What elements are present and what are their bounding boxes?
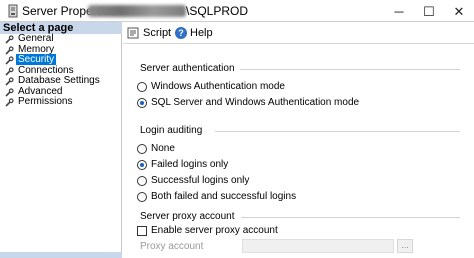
wrench-icon [5, 87, 14, 97]
mixed-auth-option[interactable]: SQL Server and Windows Authentication mo… [137, 97, 359, 108]
page-item-label: Connections [18, 64, 74, 76]
audit-none-label: None [151, 143, 175, 154]
audit-failed-radio[interactable] [137, 159, 147, 170]
page-item-label: General [18, 33, 54, 44]
script-icon [127, 27, 139, 39]
proxy-account-label: Proxy account [140, 241, 204, 252]
proxy-account-browse-button[interactable]: ... [397, 239, 413, 253]
page-item-label: Advanced [18, 85, 63, 97]
audit-both-radio[interactable] [137, 191, 147, 202]
mixed-auth-radio[interactable] [137, 97, 147, 108]
page-item-permissions[interactable]: Permissions [0, 96, 122, 108]
page-item-label: Memory [18, 43, 55, 55]
proxy-account-field[interactable] [242, 239, 394, 253]
proxy-account-row: Proxy account ... [140, 239, 413, 253]
security-page: Server authentication Windows Authentica… [123, 45, 474, 258]
close-button[interactable]: ✕ [444, 0, 474, 22]
toolbar: Script ▼ ? Help [123, 22, 474, 44]
enable-proxy-option[interactable]: Enable server proxy account [137, 225, 278, 236]
help-icon: ? [175, 27, 187, 39]
window-title-suffix: \SQLPROD [186, 4, 249, 18]
windows-auth-option[interactable]: Windows Authentication mode [137, 81, 285, 92]
enable-proxy-label: Enable server proxy account [151, 225, 278, 236]
minimize-button[interactable]: ─ [384, 0, 414, 22]
server-app-icon [8, 4, 18, 18]
audit-failed-label: Failed logins only [151, 159, 229, 170]
connection-pane-header [0, 252, 122, 258]
audit-failed-option[interactable]: Failed logins only [137, 159, 228, 170]
server-authentication-title: Server authentication [140, 63, 235, 74]
audit-none-option[interactable]: None [137, 143, 175, 154]
maximize-button[interactable]: ☐ [414, 0, 444, 22]
audit-successful-radio[interactable] [137, 175, 147, 186]
audit-both-option[interactable]: Both failed and successful logins [137, 191, 296, 202]
login-auditing-title: Login auditing [140, 125, 203, 136]
section-divider [241, 217, 460, 218]
windows-auth-label: Windows Authentication mode [151, 81, 285, 92]
page-list: General Memory Security Connections Data… [0, 33, 122, 108]
title-bar: Server Properties \SQLPROD ─ ☐ ✕ [0, 0, 474, 22]
page-item-label: Security [16, 54, 57, 65]
page-item-label: Database Settings [18, 75, 100, 86]
help-button[interactable]: ? Help [175, 26, 213, 40]
server-proxy-title: Server proxy account [140, 211, 235, 222]
section-divider [215, 131, 460, 132]
page-selector-pane: Select a page General Memory Security Co… [0, 22, 122, 258]
wrench-icon [5, 35, 14, 44]
audit-none-radio[interactable] [137, 143, 147, 154]
audit-successful-label: Successful logins only [151, 175, 250, 186]
audit-both-label: Both failed and successful logins [151, 191, 297, 202]
redacted-server-name [88, 5, 186, 17]
audit-successful-option[interactable]: Successful logins only [137, 175, 249, 186]
script-label: Script [143, 27, 172, 39]
wrench-icon [5, 77, 14, 86]
help-label: Help [190, 27, 213, 39]
wrench-icon [5, 66, 14, 76]
server-properties-window: Server Properties \SQLPROD ─ ☐ ✕ Select … [0, 0, 474, 258]
wrench-icon [5, 45, 14, 55]
wrench-icon [5, 56, 14, 65]
windows-auth-radio[interactable] [137, 81, 147, 92]
section-divider [240, 69, 460, 70]
page-item-label: Permissions [18, 96, 73, 107]
wrench-icon [5, 98, 14, 107]
enable-proxy-checkbox[interactable] [137, 225, 147, 236]
mixed-auth-label: SQL Server and Windows Authentication mo… [151, 97, 360, 108]
